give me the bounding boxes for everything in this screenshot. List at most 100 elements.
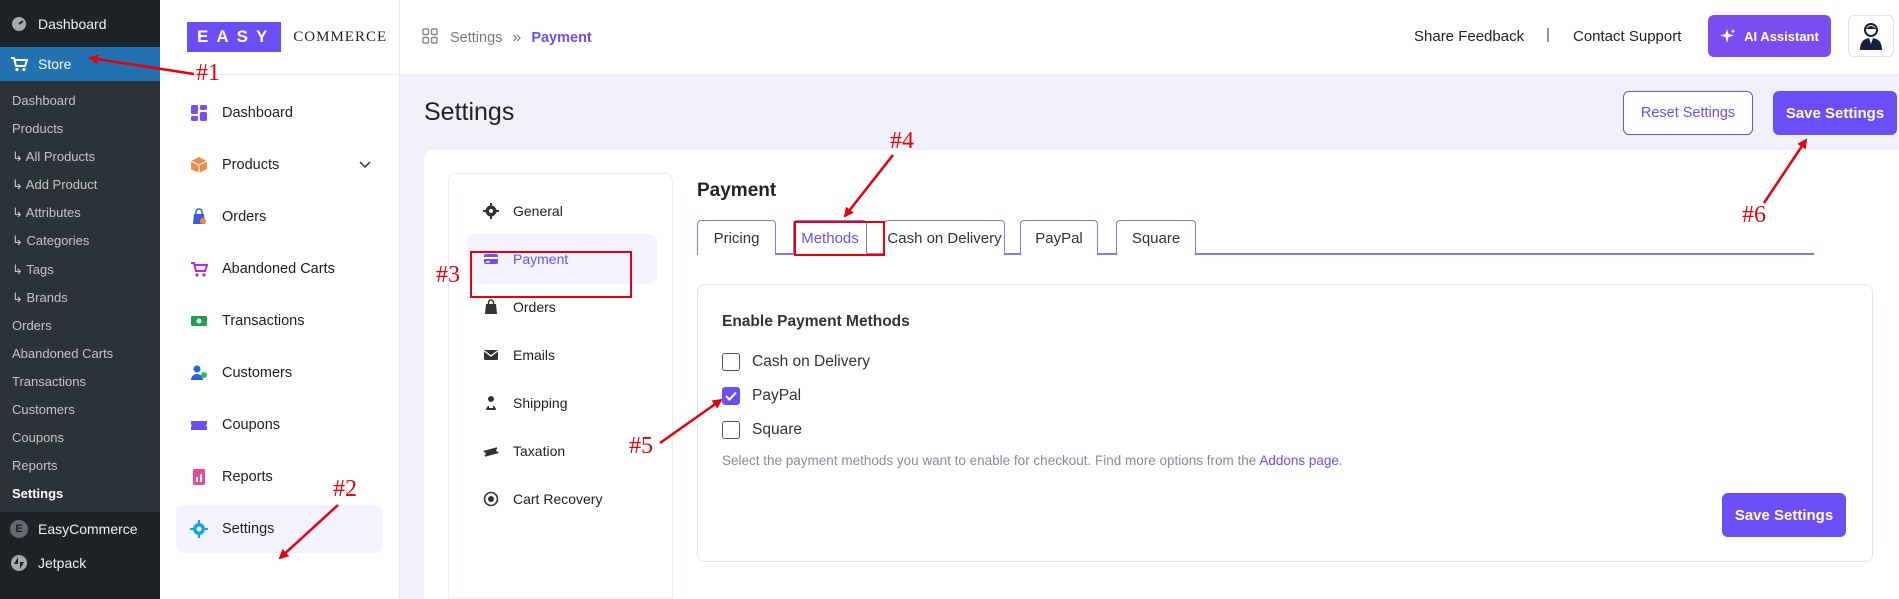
payment-methods-heading: Enable Payment Methods: [722, 313, 910, 330]
settings-nav-shipping[interactable]: Shipping: [467, 378, 657, 428]
annotation-label-5: #5: [629, 433, 653, 459]
wp-menu-store[interactable]: Store: [0, 47, 160, 81]
nav-item-label: Settings: [222, 521, 275, 537]
wp-submenu-dashboard[interactable]: Dashboard: [0, 87, 160, 115]
page-title: Settings: [424, 98, 515, 126]
wp-submenu-products[interactable]: Products: [0, 115, 160, 143]
nav-item-abandoned-carts[interactable]: Abandoned Carts: [176, 245, 383, 293]
nav-item-settings[interactable]: Settings: [176, 505, 383, 553]
tab-cash-on-delivery[interactable]: Cash on Delivery: [884, 220, 1005, 255]
annotation-label-6: #6: [1742, 202, 1766, 228]
save-settings-button-bottom[interactable]: Save Settings: [1722, 493, 1846, 537]
settings-nav-label: Taxation: [513, 443, 566, 459]
chevron-down-icon[interactable]: [359, 157, 371, 173]
share-feedback-link[interactable]: Share Feedback: [1414, 28, 1524, 45]
wp-menu-easycommerce[interactable]: E EasyCommerce: [0, 512, 160, 546]
tab-square[interactable]: Square: [1116, 220, 1196, 255]
dashboard-gauge-icon: [10, 15, 28, 33]
easycommerce-logo-icon: E: [10, 520, 28, 539]
settings-subnav: General Payment Orders Emails Shipping T…: [448, 173, 673, 599]
save-settings-button[interactable]: Save Settings: [1773, 91, 1897, 135]
method-cash-on-delivery[interactable]: Cash on Delivery: [722, 353, 870, 371]
wp-submenu-reports[interactable]: Reports: [0, 452, 160, 480]
jetpack-icon: [10, 554, 28, 572]
method-square[interactable]: Square: [722, 421, 802, 439]
nav-item-coupons[interactable]: Coupons: [176, 401, 383, 449]
wp-submenu-all-products[interactable]: ↳ All Products: [0, 143, 160, 171]
wp-submenu-abandoned-carts[interactable]: Abandoned Carts: [0, 340, 160, 368]
recovery-icon: [483, 491, 499, 507]
nav-item-products[interactable]: Products: [176, 141, 383, 189]
settings-nav-label: Shipping: [513, 395, 568, 411]
wp-submenu-orders[interactable]: Orders: [0, 312, 160, 340]
wp-submenu-brands[interactable]: ↳ Brands: [0, 284, 160, 312]
wp-submenu-coupons[interactable]: Coupons: [0, 424, 160, 452]
ai-assistant-label: AI Assistant: [1744, 28, 1819, 44]
nav-item-label: Orders: [222, 209, 267, 225]
annotation-label-1: #1: [196, 60, 220, 86]
breadcrumb-settings[interactable]: Settings: [450, 30, 502, 46]
gear-icon: [190, 520, 208, 538]
nav-item-label: Reports: [222, 469, 273, 485]
reset-settings-button[interactable]: Reset Settings: [1623, 91, 1753, 135]
addons-page-link[interactable]: Addons page: [1259, 453, 1339, 468]
easycommerce-sidebar: EASY COMMERCE Dashboard Products Orders …: [160, 0, 400, 599]
method-label: Square: [752, 421, 802, 438]
ai-assistant-button[interactable]: AI Assistant: [1708, 15, 1831, 57]
settings-nav-general[interactable]: General: [467, 186, 657, 236]
wp-menu-jetpack[interactable]: Jetpack: [0, 546, 160, 580]
tab-paypal[interactable]: PayPal: [1020, 220, 1098, 255]
wp-submenu-tags[interactable]: ↳ Tags: [0, 256, 160, 284]
annotation-box-methods: [794, 221, 885, 256]
nav-item-label: Abandoned Carts: [222, 261, 335, 277]
nav-item-orders[interactable]: Orders: [176, 193, 383, 241]
wp-menu-dashboard[interactable]: Dashboard: [0, 0, 160, 47]
wp-admin-sidebar: Dashboard Store Dashboard Products ↳ All…: [0, 0, 160, 599]
settings-nav-emails[interactable]: Emails: [467, 330, 657, 380]
breadcrumb-separator: »: [512, 29, 522, 46]
breadcrumb-current: Payment: [531, 30, 592, 46]
tax-ticket-icon: [483, 443, 499, 459]
method-paypal[interactable]: PayPal: [722, 387, 801, 405]
header-divider: |: [1546, 26, 1550, 43]
grid-icon[interactable]: [422, 28, 438, 48]
checkbox[interactable]: [722, 387, 740, 405]
easycommerce-nav: Dashboard Products Orders Abandoned Cart…: [160, 75, 399, 553]
wp-submenu-settings[interactable]: Settings: [0, 480, 160, 508]
annotation-label-4: #4: [890, 128, 914, 154]
wp-menu-jetpack-label: Jetpack: [38, 555, 87, 572]
payment-methods-card: Enable Payment Methods Cash on Delivery …: [697, 284, 1873, 562]
cart-icon: [10, 55, 28, 73]
wp-submenu-categories[interactable]: ↳ Categories: [0, 227, 160, 255]
user-avatar-icon: [1860, 23, 1882, 50]
checkbox[interactable]: [722, 421, 740, 439]
nav-item-dashboard[interactable]: Dashboard: [176, 89, 383, 137]
wp-submenu-transactions[interactable]: Transactions: [0, 368, 160, 396]
help-text-end: .: [1338, 453, 1343, 468]
wp-submenu-attributes[interactable]: ↳ Attributes: [0, 199, 160, 227]
checkbox[interactable]: [722, 353, 740, 371]
tab-pricing[interactable]: Pricing: [697, 220, 776, 255]
products-icon: [190, 156, 208, 174]
annotation-label-2: #2: [333, 476, 357, 502]
wp-submenu-add-product[interactable]: ↳ Add Product: [0, 171, 160, 199]
nav-item-customers[interactable]: Customers: [176, 349, 383, 397]
contact-support-link[interactable]: Contact Support: [1573, 28, 1681, 45]
wp-menu-store-label: Store: [38, 56, 72, 72]
wp-menu-easycommerce-label: EasyCommerce: [38, 521, 138, 538]
delivery-person-icon: [483, 395, 499, 411]
method-label: Cash on Delivery: [752, 353, 871, 370]
nav-item-label: Products: [222, 157, 280, 173]
help-text: Select the payment methods you want to e…: [722, 453, 1343, 468]
nav-item-transactions[interactable]: Transactions: [176, 297, 383, 345]
wp-submenu-customers[interactable]: Customers: [0, 396, 160, 424]
annotation-label-3: #3: [436, 262, 460, 288]
settings-nav-label: Emails: [513, 347, 556, 363]
settings-nav-cart-recovery[interactable]: Cart Recovery: [467, 474, 657, 524]
top-header: Settings » Payment Share Feedback | Cont…: [400, 0, 1899, 75]
settings-nav-label: Cart Recovery: [513, 491, 603, 507]
avatar[interactable]: [1848, 15, 1894, 57]
section-title: Payment: [697, 180, 777, 201]
shopping-bag-icon: [483, 299, 499, 315]
sparkle-icon: [1720, 29, 1736, 43]
